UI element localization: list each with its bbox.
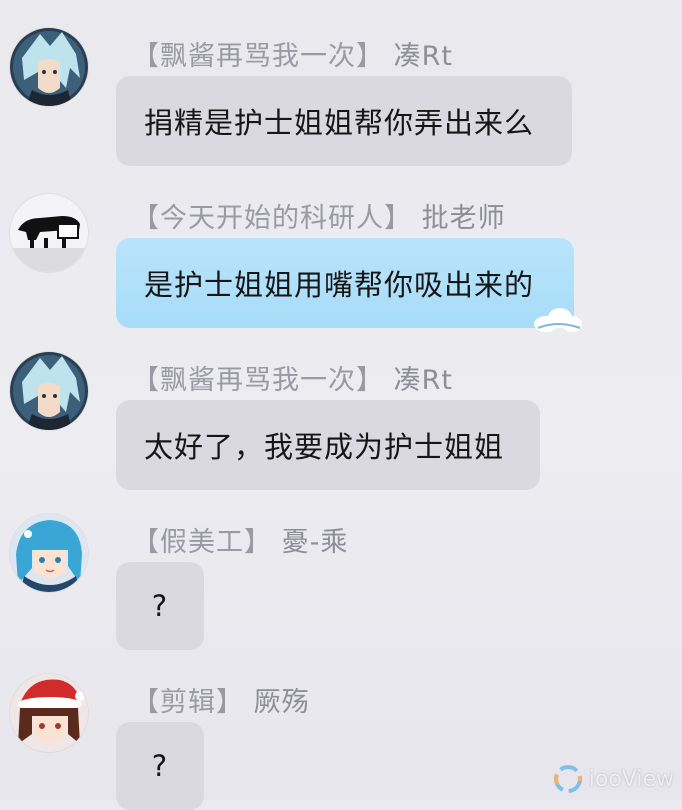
message-bubble[interactable]: ? xyxy=(116,562,204,650)
message-bubble[interactable]: 是护士姐姐用嘴帮你吸出来的 xyxy=(116,238,582,332)
message-text: 太好了，我要成为护士姐姐 xyxy=(144,430,505,464)
message-text: 捐精是护士姐姐帮你弄出来么 xyxy=(144,106,535,140)
watermark: iooView xyxy=(553,764,674,794)
sender-name: 憂-乘 xyxy=(281,527,349,558)
message-text: 是护士姐姐用嘴帮你吸出来的 xyxy=(144,268,535,302)
anime-character-avatar-icon[interactable] xyxy=(10,352,88,430)
sender-title: 【剪辑】 xyxy=(132,687,244,718)
sender-name: 凑Rt xyxy=(393,365,453,396)
anime-character-avatar-icon[interactable] xyxy=(10,28,88,106)
sender-line: 【假美工】 憂-乘 xyxy=(132,520,348,559)
sender-name: 厥殇 xyxy=(253,687,310,718)
message-bubble[interactable]: ? xyxy=(116,722,204,810)
sender-title: 【飘酱再骂我一次】 xyxy=(132,41,384,72)
sender-name: 批老师 xyxy=(421,203,506,234)
message-text: ? xyxy=(151,589,169,623)
blue-hair-anime-avatar-icon[interactable] xyxy=(10,514,88,592)
chat-log: 【飘酱再骂我一次】 凑Rt 捐精是护士姐姐帮你弄出来么 【今天开始的科研人】 批… xyxy=(0,0,682,810)
sender-line: 【剪辑】 厥殇 xyxy=(132,680,310,719)
message-text: ? xyxy=(151,749,169,783)
sender-title: 【假美工】 xyxy=(132,527,272,558)
sender-title: 【今天开始的科研人】 xyxy=(132,203,412,234)
message-bubble[interactable]: 太好了，我要成为护士姐姐 xyxy=(116,400,540,490)
cloud-decoration-icon xyxy=(534,308,582,332)
black-animal-avatar-icon[interactable] xyxy=(10,194,88,272)
sender-line: 【今天开始的科研人】 批老师 xyxy=(132,196,506,235)
play-logo-icon xyxy=(553,765,582,793)
santa-hat-anime-avatar-icon[interactable] xyxy=(10,674,88,752)
sender-name: 凑Rt xyxy=(393,41,453,72)
watermark-text: iooView xyxy=(588,766,674,792)
message-bubble[interactable]: 捐精是护士姐姐帮你弄出来么 xyxy=(116,76,572,166)
sender-title: 【飘酱再骂我一次】 xyxy=(132,365,384,396)
sender-line: 【飘酱再骂我一次】 凑Rt xyxy=(132,358,453,397)
sender-line: 【飘酱再骂我一次】 凑Rt xyxy=(132,34,453,73)
